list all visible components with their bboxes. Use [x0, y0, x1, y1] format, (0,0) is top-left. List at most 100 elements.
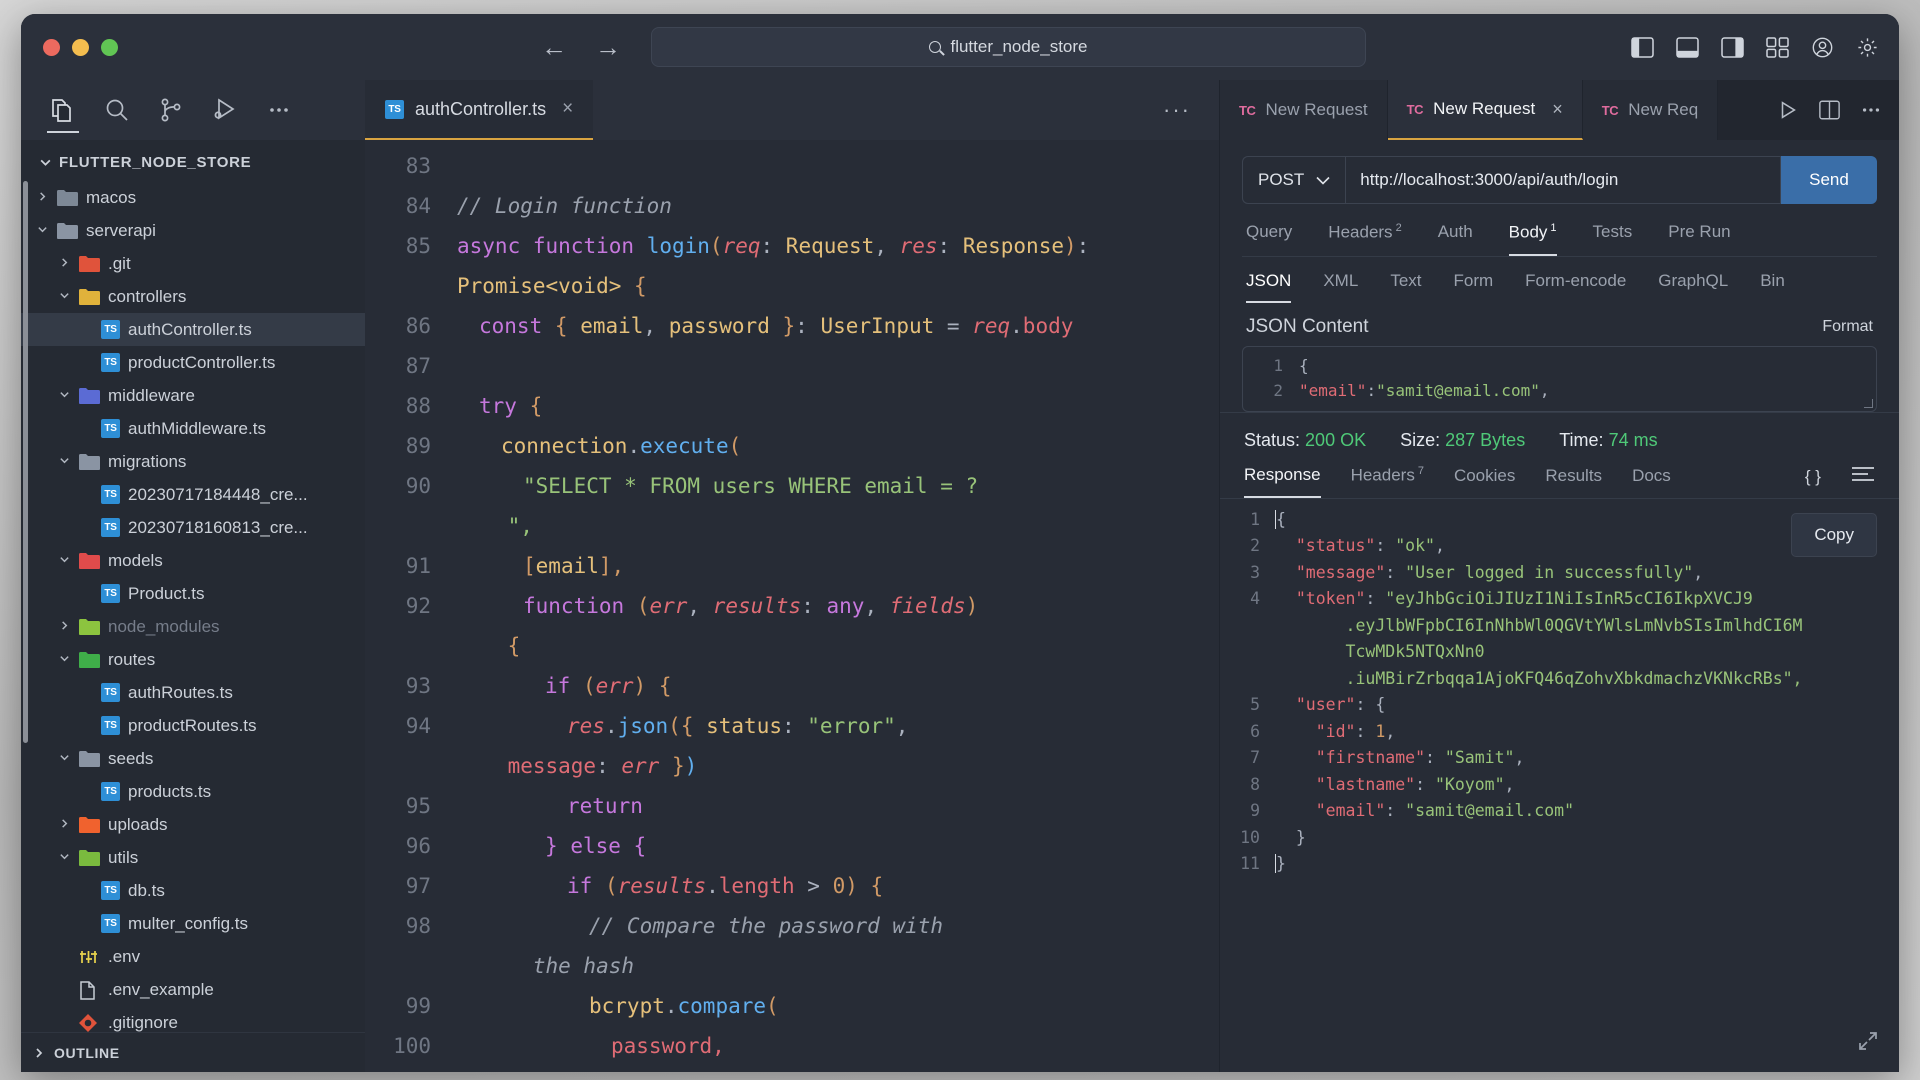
tree-folder-macos[interactable]: macos [21, 181, 365, 214]
tree-folder-routes[interactable]: routes [21, 643, 365, 676]
tree-file-multer-config-ts[interactable]: TS multer_config.ts [21, 907, 365, 940]
tree-file-20230718160813-cre-[interactable]: TS 20230718160813_cre... [21, 511, 365, 544]
outline-section[interactable]: OUTLINE [21, 1032, 365, 1072]
tree-file-authcontroller-ts[interactable]: TS authController.ts [21, 313, 365, 346]
tree-file-products-ts[interactable]: TS products.ts [21, 775, 365, 808]
forward-arrow-icon[interactable]: → [595, 34, 621, 60]
close-window-button[interactable] [43, 38, 60, 56]
source-control-icon[interactable] [157, 96, 185, 124]
file-tree[interactable]: macos serverapi .git controllers TS authContr… [21, 181, 365, 1032]
gear-icon[interactable] [1856, 37, 1879, 58]
run-icon[interactable] [1777, 99, 1799, 121]
chevron-down-icon[interactable] [57, 289, 71, 304]
body-format-xml[interactable]: XML [1323, 271, 1358, 303]
response-tab-results[interactable]: Results [1545, 466, 1602, 497]
response-tab-docs[interactable]: Docs [1632, 466, 1671, 497]
tree-folder-middleware[interactable]: middleware [21, 379, 365, 412]
request-subtab-headers[interactable]: Headers 2 [1328, 222, 1401, 256]
account-icon[interactable] [1811, 37, 1834, 58]
tree-folder-node-modules[interactable]: node_modules [21, 610, 365, 643]
more-icon[interactable] [265, 96, 293, 124]
request-subtab-auth[interactable]: Auth [1438, 222, 1473, 256]
back-arrow-icon[interactable]: ← [541, 34, 567, 60]
sidebar-scrollbar[interactable] [23, 181, 28, 743]
request-tab-2[interactable]: TC New Request × [1387, 80, 1583, 140]
body-format-json[interactable]: JSON [1246, 271, 1292, 303]
resize-handle[interactable] [1864, 398, 1873, 408]
chevron-down-icon[interactable] [57, 751, 71, 766]
tree-file--gitignore[interactable]: .gitignore [21, 1006, 365, 1032]
toggle-left-panel-icon[interactable] [1631, 36, 1654, 58]
response-tab-cookies[interactable]: Cookies [1454, 466, 1515, 497]
response-tab-headers[interactable]: Headers 7 [1351, 465, 1424, 497]
chevron-down-icon[interactable] [57, 850, 71, 865]
chevron-right-icon[interactable] [57, 619, 71, 634]
chevron-right-icon[interactable] [35, 190, 49, 205]
tree-file--env[interactable]: .env [21, 940, 365, 973]
tree-folder-uploads[interactable]: uploads [21, 808, 365, 841]
tree-folder-controllers[interactable]: controllers [21, 280, 365, 313]
body-format-bin[interactable]: Bin [1760, 271, 1785, 303]
layout-grid-icon[interactable] [1766, 36, 1789, 58]
tree-folder-migrations[interactable]: migrations [21, 445, 365, 478]
body-format-form[interactable]: Form [1454, 271, 1494, 303]
chevron-down-icon[interactable] [35, 223, 49, 238]
tree-file-20230717184448-cre-[interactable]: TS 20230717184448_cre... [21, 478, 365, 511]
chevron-down-icon[interactable] [57, 652, 71, 667]
explorer-icon[interactable] [47, 96, 79, 133]
chevron-down-icon[interactable] [57, 454, 71, 469]
maximize-window-button[interactable] [101, 38, 118, 56]
tree-folder--git[interactable]: .git [21, 247, 365, 280]
toggle-right-panel-icon[interactable] [1721, 36, 1744, 58]
minimize-window-button[interactable] [72, 38, 89, 56]
body-format-form-encode[interactable]: Form-encode [1525, 271, 1626, 303]
response-body[interactable]: 1{2 "status": "ok", 3 "message": "User lo… [1220, 499, 1899, 1072]
format-button[interactable]: Format [1822, 318, 1873, 336]
tree-folder-serverapi[interactable]: serverapi [21, 214, 365, 247]
run-debug-icon[interactable] [211, 96, 239, 124]
chevron-down-icon[interactable] [57, 553, 71, 568]
request-subtab-tests[interactable]: Tests [1593, 222, 1633, 256]
chevron-right-icon[interactable] [57, 817, 71, 832]
lines-icon[interactable] [1851, 466, 1875, 496]
braces-icon[interactable]: { } [1805, 467, 1821, 496]
search-icon[interactable] [103, 96, 131, 124]
explorer-root-row[interactable]: FLUTTER_NODE_STORE [21, 140, 365, 181]
body-format-text[interactable]: Text [1390, 271, 1421, 303]
tree-file-productroutes-ts[interactable]: TS productRoutes.ts [21, 709, 365, 742]
tree-item-label: 20230717184448_cre... [128, 484, 308, 504]
code-content[interactable]: 83 84 // Login function 85 async function lo… [365, 140, 1219, 1072]
tree-file--env-example[interactable]: .env_example [21, 973, 365, 1006]
request-subtab-query[interactable]: Query [1246, 222, 1292, 256]
tree-file-db-ts[interactable]: TS db.ts [21, 874, 365, 907]
tree-file-productcontroller-ts[interactable]: TS productController.ts [21, 346, 365, 379]
request-subtab-pre-run[interactable]: Pre Run [1668, 222, 1730, 256]
request-body-editor[interactable]: 1{2 "email":"samit@email.com", [1242, 345, 1877, 412]
tree-file-product-ts[interactable]: TS Product.ts [21, 577, 365, 610]
more-icon[interactable] [1860, 99, 1882, 121]
response-tab-response[interactable]: Response [1244, 465, 1321, 498]
send-button[interactable]: Send [1781, 156, 1877, 204]
toggle-bottom-panel-icon[interactable] [1676, 36, 1699, 58]
chevron-right-icon[interactable] [57, 256, 71, 271]
tree-folder-models[interactable]: models [21, 544, 365, 577]
url-input[interactable]: http://localhost:3000/api/auth/login [1345, 156, 1781, 204]
tree-folder-utils[interactable]: utils [21, 841, 365, 874]
editor-tab-authcontroller[interactable]: TS authController.ts × [365, 80, 594, 140]
tree-folder-seeds[interactable]: seeds [21, 742, 365, 775]
request-tab-1[interactable]: TC New Request [1220, 80, 1388, 140]
omnibox[interactable]: flutter_node_store [651, 27, 1366, 67]
tree-file-authroutes-ts[interactable]: TS authRoutes.ts [21, 676, 365, 709]
tree-file-authmiddleware-ts[interactable]: TS authMiddleware.ts [21, 412, 365, 445]
copy-button[interactable]: Copy [1791, 512, 1877, 558]
close-icon[interactable]: × [562, 98, 573, 120]
http-method-select[interactable]: POST [1242, 156, 1346, 204]
expand-icon[interactable] [1857, 1030, 1879, 1059]
request-tab-3[interactable]: TC New Req [1582, 80, 1719, 140]
editor-more-actions-icon[interactable]: ··· [1135, 80, 1219, 140]
request-subtab-body[interactable]: Body 1 [1508, 222, 1557, 256]
split-panel-icon[interactable] [1819, 100, 1840, 120]
close-icon[interactable]: × [1552, 99, 1563, 120]
body-format-graphql[interactable]: GraphQL [1658, 271, 1728, 303]
chevron-down-icon[interactable] [57, 388, 71, 403]
